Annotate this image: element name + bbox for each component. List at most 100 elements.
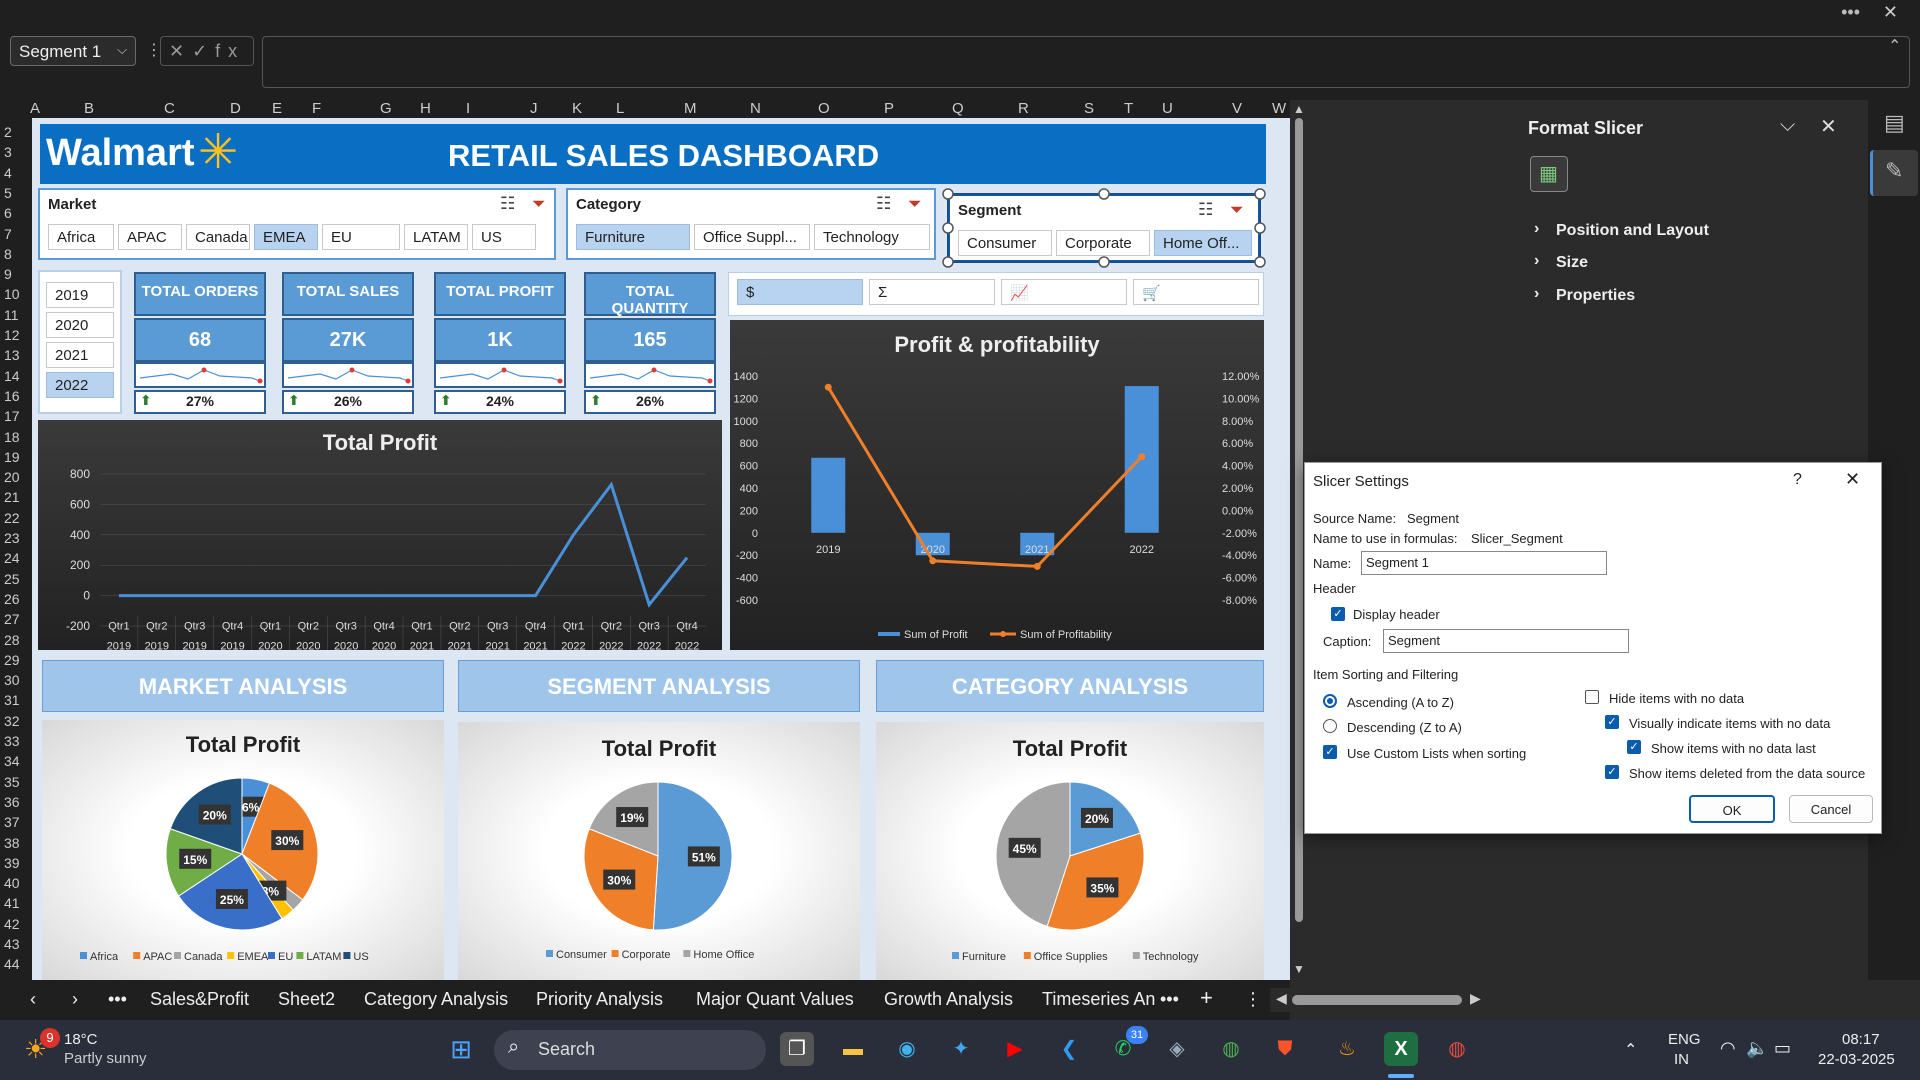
row-label[interactable]: 44 (4, 956, 20, 972)
dialog-close-button[interactable]: ✕ (1845, 469, 1860, 490)
column-label[interactable]: R (1018, 100, 1029, 117)
row-label[interactable]: 7 (4, 226, 12, 242)
app-icon[interactable]: ♨ (1330, 1032, 1364, 1066)
scroll-right-icon[interactable]: ▶ (1470, 990, 1481, 1007)
row-label[interactable]: 41 (4, 895, 20, 911)
row-label[interactable]: 27 (4, 611, 20, 627)
slicer-item[interactable]: LATAM (404, 224, 468, 250)
column-label[interactable]: B (84, 100, 94, 117)
column-label[interactable]: H (420, 100, 431, 117)
start-windows-icon[interactable]: ⊞ (444, 1032, 478, 1066)
row-label[interactable]: 22 (4, 510, 20, 526)
document-icon[interactable]: ▤ (1884, 110, 1905, 136)
row-label[interactable]: 24 (4, 550, 20, 566)
weather-widget[interactable]: ☀ 9 (24, 1028, 60, 1064)
row-label[interactable]: 42 (4, 916, 20, 932)
ascending-radio[interactable] (1323, 694, 1337, 708)
visually-indicate-checkbox[interactable]: ✓ (1605, 715, 1619, 729)
expand-icon[interactable]: › (1534, 220, 1539, 238)
column-label[interactable]: V (1232, 100, 1242, 117)
row-label[interactable]: 14 (4, 368, 20, 384)
show-no-data-last-checkbox[interactable]: ✓ (1627, 740, 1641, 754)
row-label[interactable]: 35 (4, 774, 20, 790)
display-header-checkbox[interactable]: ✓ (1331, 607, 1345, 621)
column-label[interactable]: P (884, 100, 894, 117)
file-explorer-icon[interactable]: ▬ (836, 1032, 870, 1066)
brave-icon[interactable]: ⛊ (1268, 1032, 1302, 1066)
row-label[interactable]: 12 (4, 327, 20, 343)
clock-date[interactable]: 22-03-2025 (1818, 1051, 1895, 1068)
row-label[interactable]: 31 (4, 692, 20, 708)
close-pane-button[interactable]: ✕ (1820, 114, 1837, 139)
column-label[interactable]: Q (952, 100, 964, 117)
volume-icon[interactable]: 🔈 (1746, 1038, 1768, 1059)
properties-section[interactable]: Properties (1556, 287, 1635, 305)
row-label[interactable]: 5 (4, 185, 12, 201)
row-label[interactable]: 6 (4, 205, 12, 221)
column-label[interactable]: C (164, 100, 175, 117)
sheet-tab[interactable]: Priority Analysis (536, 989, 663, 1010)
row-label[interactable]: 37 (4, 814, 20, 830)
year-item[interactable]: 2021 (46, 342, 114, 368)
position-layout-section[interactable]: Position and Layout (1556, 222, 1709, 240)
column-label[interactable]: N (750, 100, 761, 117)
clear-filter-icon[interactable]: ⏷ (908, 194, 922, 214)
row-label[interactable]: 18 (4, 429, 20, 445)
row-label[interactable]: 38 (4, 835, 20, 851)
row-label[interactable]: 3 (4, 144, 12, 160)
show-deleted-checkbox[interactable]: ✓ (1605, 765, 1619, 779)
chrome-profile-icon[interactable]: ◍ (1440, 1032, 1474, 1066)
collapse-formula-icon[interactable]: ⌃ (1888, 36, 1901, 56)
formula-icons[interactable]: ✕✓fx (160, 36, 254, 66)
taskbar-search[interactable]: ⌕ Search (494, 1030, 766, 1070)
row-label[interactable]: 25 (4, 571, 20, 587)
row-label[interactable]: 26 (4, 591, 20, 607)
copilot-icon[interactable]: ✦ (944, 1032, 978, 1066)
horizontal-scrollbar[interactable]: ◀ ▶ (1270, 988, 1490, 1012)
excel-icon[interactable]: X (1384, 1032, 1418, 1066)
vertical-dots-icon[interactable]: ⋮ (1244, 989, 1262, 1010)
row-label[interactable]: 19 (4, 449, 20, 465)
chrome-icon[interactable]: ◍ (1214, 1032, 1248, 1066)
hide-no-data-checkbox[interactable] (1585, 690, 1599, 704)
sheet-tab[interactable]: Timeseries An (1042, 989, 1155, 1010)
slicer-item[interactable]: Technology (814, 224, 930, 250)
slicer-options-tab[interactable]: ▦ (1530, 156, 1568, 192)
vscode-icon[interactable]: ❮ (1052, 1032, 1086, 1066)
multi-select-icon[interactable]: ☷ (500, 194, 515, 214)
market-slicer[interactable]: Market ☷ ⏷ Africa APAC Canada EMEA EU LATAM US (38, 188, 556, 260)
custom-lists-checkbox[interactable]: ✓ (1323, 745, 1337, 759)
scroll-thumb[interactable] (1292, 995, 1462, 1005)
scroll-thumb[interactable] (1295, 118, 1303, 922)
close-window-button[interactable]: ✕ (1883, 2, 1898, 23)
more-tabs-left[interactable]: ••• (108, 989, 127, 1010)
selection-handles[interactable] (940, 186, 1268, 270)
row-label[interactable]: 39 (4, 855, 20, 871)
task-view-icon[interactable]: ❐ (780, 1032, 814, 1066)
sheet-tab[interactable]: Major Quant Values (696, 989, 854, 1010)
row-label[interactable]: 40 (4, 875, 20, 891)
more-tabs-right[interactable]: ••• (1160, 989, 1179, 1010)
slicer-item[interactable]: APAC (118, 224, 182, 250)
row-label[interactable]: 9 (4, 266, 12, 282)
row-label[interactable]: 16 (4, 388, 20, 404)
column-label[interactable]: E (272, 100, 282, 117)
expand-icon[interactable]: › (1534, 252, 1539, 270)
column-label[interactable]: D (230, 100, 241, 117)
metric-item[interactable]: 🛒 (1133, 279, 1259, 305)
wifi-icon[interactable]: ◠ (1720, 1038, 1736, 1059)
row-label[interactable]: 2 (4, 124, 12, 140)
column-label[interactable]: A (30, 100, 40, 117)
app-icon[interactable]: ◈ (1160, 1032, 1194, 1066)
whatsapp-icon[interactable]: ✆ 31 (1106, 1026, 1148, 1066)
add-sheet-button[interactable]: + (1200, 985, 1213, 1011)
slicer-item[interactable]: Office Suppl... (694, 224, 810, 250)
more-options-icon[interactable]: ••• (1841, 2, 1860, 23)
column-label[interactable]: F (312, 100, 321, 117)
column-label[interactable]: W (1272, 100, 1286, 117)
column-label[interactable]: M (684, 100, 697, 117)
row-label[interactable]: 4 (4, 165, 12, 181)
metric-item[interactable]: Σ (869, 279, 995, 305)
row-label[interactable]: 34 (4, 753, 20, 769)
edge-icon[interactable]: ◉ (890, 1032, 924, 1066)
